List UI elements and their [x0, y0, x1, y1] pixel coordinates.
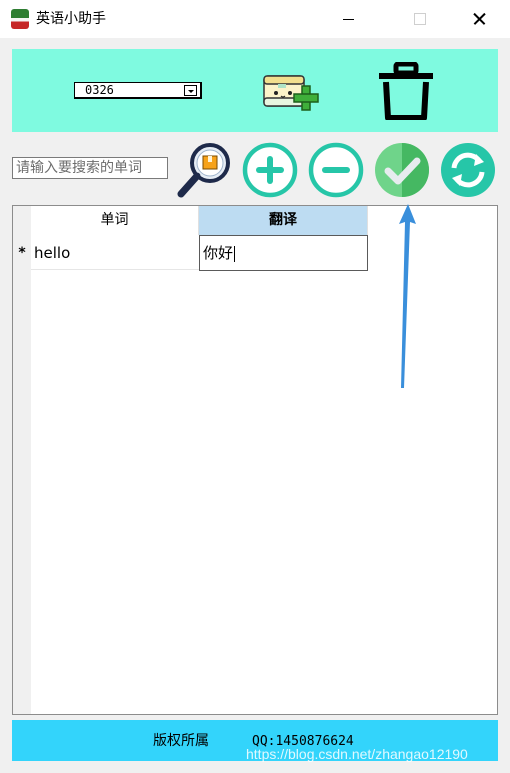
annotation-arrow [399, 204, 416, 388]
trash-icon[interactable] [376, 62, 436, 120]
minimize-button[interactable] [326, 0, 372, 38]
title-bar: 英语小助手 [0, 0, 510, 38]
wordbook-select-value: 0326 [85, 83, 114, 97]
table-cell-translation-editor[interactable]: 你好 [199, 235, 368, 271]
text-caret [234, 245, 236, 262]
chevron-down-icon[interactable] [184, 85, 197, 96]
confirm-icon[interactable] [374, 142, 430, 198]
add-book-icon[interactable] [262, 70, 320, 112]
search-icon[interactable] [175, 142, 233, 200]
remove-icon[interactable] [308, 142, 364, 198]
copyright-text: 版权所属 [153, 733, 209, 749]
translation-text: 你好 [203, 244, 234, 262]
app-logo-icon [11, 9, 29, 29]
watermark-text: https://blog.csdn.net/zhangao12190 [246, 746, 468, 762]
column-header-word[interactable]: 单词 [31, 206, 199, 235]
table-cell-word[interactable]: hello [31, 236, 199, 270]
maximize-button[interactable] [396, 0, 442, 38]
row-header-column [13, 206, 31, 714]
refresh-icon[interactable] [440, 142, 496, 198]
new-row-marker: * [18, 245, 26, 261]
add-icon[interactable] [242, 142, 298, 198]
word-text: hello [34, 244, 71, 262]
close-button[interactable] [456, 0, 502, 38]
wordbook-select[interactable]: 0326 [74, 82, 202, 99]
top-panel: 0326 [12, 49, 498, 132]
column-header-translation[interactable]: 翻译 [199, 206, 368, 235]
search-input[interactable] [12, 157, 168, 179]
word-table[interactable]: 单词 翻译 * hello 你好 [12, 205, 498, 715]
client-area: 0326 请输入要搜索的单词 单词 翻译 * hello 你好 版权所属 QQ:… [0, 38, 510, 773]
window-title: 英语小助手 [36, 11, 106, 27]
